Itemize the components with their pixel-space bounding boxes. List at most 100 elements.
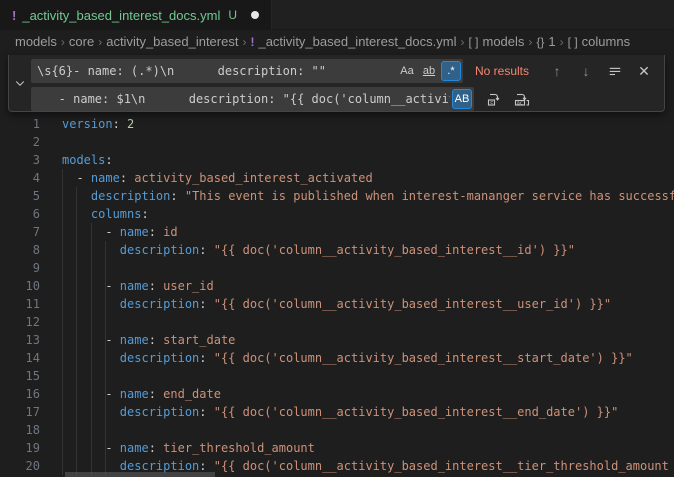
code-line[interactable] bbox=[62, 421, 674, 439]
code-line[interactable]: description: "{{ doc('column__activity_b… bbox=[62, 295, 674, 313]
yaml-file-icon: ! bbox=[12, 8, 16, 23]
array-symbol-icon: [ ] bbox=[468, 35, 478, 49]
code-line[interactable]: - name: user_id bbox=[62, 277, 674, 295]
find-row: \s{6}- name: (.*)\n description: "" Aa a… bbox=[31, 59, 658, 83]
regex-button[interactable]: .* bbox=[441, 61, 461, 81]
breadcrumb-item-activity_based_interest[interactable]: activity_based_interest bbox=[106, 34, 238, 49]
code-line[interactable] bbox=[62, 367, 674, 385]
breadcrumb-item-models[interactable]: models bbox=[15, 34, 57, 49]
breadcrumb-label: columns bbox=[582, 34, 630, 49]
line-number[interactable]: 7 bbox=[0, 223, 40, 241]
line-number[interactable]: 4 bbox=[0, 169, 40, 187]
replace-action-icons: c ac bbox=[484, 89, 532, 109]
breadcrumb-label: models bbox=[482, 34, 524, 49]
line-number[interactable]: 19 bbox=[0, 439, 40, 457]
line-number[interactable]: 1 bbox=[0, 115, 40, 133]
breadcrumb-label: 1 bbox=[548, 34, 555, 49]
breadcrumb-separator: › bbox=[98, 35, 102, 49]
breadcrumb-item-_activity_based_interest_docs.yml[interactable]: ! _activity_based_interest_docs.yml bbox=[250, 34, 456, 49]
tab-bar: ! _activity_based_interest_docs.yml U bbox=[0, 0, 674, 30]
git-status-badge: U bbox=[228, 8, 237, 22]
previous-match-icon[interactable]: ↑ bbox=[547, 61, 567, 81]
match-case-button[interactable]: Aa bbox=[397, 61, 417, 81]
line-number[interactable]: 12 bbox=[0, 313, 40, 331]
line-number[interactable]: 18 bbox=[0, 421, 40, 439]
breadcrumb-separator: › bbox=[242, 35, 246, 49]
code-line[interactable]: description: "{{ doc('column__activity_b… bbox=[62, 349, 674, 367]
close-icon[interactable]: ✕ bbox=[634, 61, 654, 81]
breadcrumb-label: _activity_based_interest_docs.yml bbox=[258, 34, 456, 49]
find-widget-rows: \s{6}- name: (.*)\n description: "" Aa a… bbox=[31, 55, 664, 111]
line-number[interactable]: 13 bbox=[0, 331, 40, 349]
replace-input[interactable]: - name: $1\n description: "{{ doc('colum… bbox=[31, 87, 474, 111]
breadcrumb-label: activity_based_interest bbox=[106, 34, 238, 49]
breadcrumb-separator: › bbox=[560, 35, 564, 49]
breadcrumb-separator: › bbox=[528, 35, 532, 49]
next-match-icon[interactable]: ↓ bbox=[576, 61, 596, 81]
code-line[interactable]: - name: id bbox=[62, 223, 674, 241]
line-number[interactable]: 14 bbox=[0, 349, 40, 367]
tab-activity-based-interest-docs[interactable]: ! _activity_based_interest_docs.yml U bbox=[0, 0, 272, 30]
breadcrumb-label: models bbox=[15, 34, 57, 49]
breadcrumb-label: core bbox=[69, 34, 94, 49]
find-input[interactable]: \s{6}- name: (.*)\n description: "" Aa a… bbox=[31, 59, 463, 83]
line-number[interactable]: 3 bbox=[0, 151, 40, 169]
line-number[interactable]: 16 bbox=[0, 385, 40, 403]
tab-filename: _activity_based_interest_docs.yml bbox=[22, 8, 220, 23]
object-symbol-icon: {} bbox=[536, 35, 544, 49]
find-replace-widget: \s{6}- name: (.*)\n description: "" Aa a… bbox=[8, 55, 665, 112]
line-number-gutter: 1234567891011121314151617181920 bbox=[0, 115, 40, 475]
replace-all-icon[interactable]: ac bbox=[512, 89, 532, 109]
code-line[interactable]: description: "{{ doc('column__activity_b… bbox=[62, 241, 674, 259]
code-line[interactable]: - name: tier_threshold_amount bbox=[62, 439, 674, 457]
code-line[interactable]: - name: end_date bbox=[62, 385, 674, 403]
breadcrumb-item-models[interactable]: [ ] models bbox=[468, 34, 524, 49]
breadcrumb: models › core › activity_based_interest ›! _ac… bbox=[0, 31, 674, 52]
code-content[interactable]: version: 2 models: - name: activity_based… bbox=[62, 115, 674, 475]
code-line[interactable]: - name: activity_based_interest_activate… bbox=[62, 169, 674, 187]
array-symbol-icon: [ ] bbox=[568, 35, 578, 49]
replace-icon[interactable]: c bbox=[484, 89, 504, 109]
line-number[interactable]: 6 bbox=[0, 205, 40, 223]
breadcrumb-separator: › bbox=[61, 35, 65, 49]
find-in-selection-icon[interactable] bbox=[605, 61, 625, 81]
editor-pane[interactable]: 1234567891011121314151617181920 version:… bbox=[0, 52, 674, 477]
unsaved-dot-icon[interactable] bbox=[251, 11, 259, 19]
line-number[interactable]: 8 bbox=[0, 241, 40, 259]
line-number[interactable]: 2 bbox=[0, 133, 40, 151]
code-line[interactable] bbox=[62, 259, 674, 277]
code-line[interactable]: version: 2 bbox=[62, 115, 674, 133]
toggle-replace-button[interactable] bbox=[9, 55, 31, 111]
find-results-label: No results bbox=[475, 64, 529, 78]
code-line[interactable] bbox=[62, 133, 674, 151]
replace-row: - name: $1\n description: "{{ doc('colum… bbox=[31, 87, 658, 111]
code-line[interactable]: description: "This event is published wh… bbox=[62, 187, 674, 205]
yaml-symbol-icon: ! bbox=[250, 35, 254, 49]
svg-text:c: c bbox=[490, 100, 493, 106]
horizontal-scrollbar[interactable] bbox=[65, 472, 215, 477]
line-number[interactable]: 11 bbox=[0, 295, 40, 313]
code-line[interactable]: description: "{{ doc('column__activity_b… bbox=[62, 403, 674, 421]
breadcrumb-item-core[interactable]: core bbox=[69, 34, 94, 49]
line-number[interactable]: 10 bbox=[0, 277, 40, 295]
line-number[interactable]: 5 bbox=[0, 187, 40, 205]
line-number[interactable]: 9 bbox=[0, 259, 40, 277]
chevron-down-icon bbox=[14, 77, 26, 89]
code-line[interactable]: - name: start_date bbox=[62, 331, 674, 349]
whole-word-button[interactable]: ab bbox=[419, 61, 439, 81]
vscode-window: ! _activity_based_interest_docs.yml U mo… bbox=[0, 0, 674, 477]
code-line[interactable]: columns: bbox=[62, 205, 674, 223]
svg-text:ac: ac bbox=[517, 100, 523, 106]
code-line[interactable] bbox=[62, 313, 674, 331]
replace-value-text: - name: $1\n description: "{{ doc('colum… bbox=[37, 92, 450, 106]
find-nav-icons: ↑ ↓ ✕ bbox=[547, 61, 658, 81]
preserve-case-button[interactable]: AB bbox=[452, 89, 472, 109]
breadcrumb-item-1[interactable]: {} 1 bbox=[536, 34, 555, 49]
breadcrumb-item-columns[interactable]: [ ] columns bbox=[568, 34, 630, 49]
line-number[interactable]: 15 bbox=[0, 367, 40, 385]
find-query-text: \s{6}- name: (.*)\n description: "" bbox=[37, 64, 395, 78]
line-number[interactable]: 20 bbox=[0, 457, 40, 475]
line-number[interactable]: 17 bbox=[0, 403, 40, 421]
code-line[interactable]: models: bbox=[62, 151, 674, 169]
breadcrumb-separator: › bbox=[460, 35, 464, 49]
